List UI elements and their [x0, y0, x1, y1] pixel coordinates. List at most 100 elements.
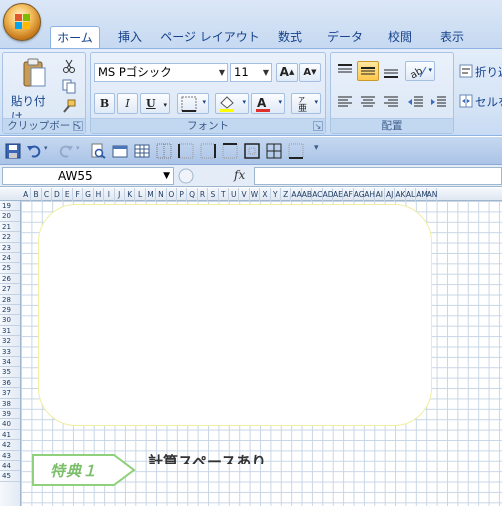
formula-divider-icon[interactable] [176, 167, 196, 185]
font-dialog-launcher[interactable]: ↘ [313, 121, 323, 131]
border-bottom-icon[interactable] [288, 143, 304, 159]
border-left-icon[interactable] [178, 143, 194, 159]
table-icon[interactable] [112, 143, 128, 159]
column-header-ad[interactable]: AD [323, 188, 334, 201]
row-header-19[interactable]: 19 [0, 201, 20, 212]
row-header-24[interactable]: 24 [0, 253, 20, 264]
align-right-button[interactable] [380, 93, 402, 113]
column-header-k[interactable]: K [125, 188, 136, 201]
row-header-32[interactable]: 32 [0, 336, 20, 347]
column-header-f[interactable]: F [73, 188, 84, 201]
tab-view[interactable]: 表示 [432, 26, 472, 48]
row-header-37[interactable]: 37 [0, 388, 20, 399]
column-header-o[interactable]: O [167, 188, 177, 201]
customize-qat-icon[interactable]: ▾ [314, 143, 319, 153]
column-header-ah[interactable]: AH [364, 188, 375, 201]
tab-review[interactable]: 校閲 [380, 26, 420, 48]
paste-button[interactable]: 貼り付け [7, 55, 57, 124]
orientation-button[interactable]: ab ▾ [405, 61, 435, 81]
column-header-an[interactable]: AN [427, 188, 437, 201]
row-header-44[interactable]: 44 [0, 461, 20, 472]
name-box[interactable]: AW55 ▼ [2, 167, 174, 185]
column-header-aa[interactable]: AA [291, 188, 302, 201]
tab-home[interactable]: ホーム [50, 26, 100, 49]
redo-icon[interactable] [58, 143, 74, 159]
row-header-34[interactable]: 34 [0, 357, 20, 368]
row-header-40[interactable]: 40 [0, 419, 20, 430]
font-color-button[interactable]: A ▾ [251, 93, 285, 114]
grid-icon[interactable] [134, 143, 150, 159]
column-header-ab[interactable]: AB [302, 188, 313, 201]
column-header-al[interactable]: AL [406, 188, 417, 201]
chevron-down-icon[interactable]: ▾ [44, 144, 48, 152]
column-header-s[interactable]: S [208, 188, 219, 201]
border-top-icon[interactable] [222, 143, 238, 159]
row-header-23[interactable]: 23 [0, 243, 20, 253]
align-center-button[interactable] [357, 93, 379, 113]
save-icon[interactable] [5, 143, 21, 159]
grow-font-button[interactable]: A▲ [276, 63, 298, 82]
column-header-x[interactable]: X [260, 188, 271, 201]
tab-data[interactable]: データ [320, 26, 370, 48]
column-header-aj[interactable]: AJ [385, 188, 396, 201]
chevron-down-icon[interactable]: ▾ [76, 144, 80, 152]
row-header-36[interactable]: 36 [0, 378, 20, 389]
column-header-ai[interactable]: AI [375, 188, 385, 201]
align-middle-button[interactable] [357, 61, 379, 81]
insert-function-button[interactable]: fx [234, 168, 245, 182]
column-header-b[interactable]: B [31, 188, 42, 201]
border-right-icon[interactable] [200, 143, 216, 159]
row-header-42[interactable]: 42 [0, 440, 20, 451]
column-header-ak[interactable]: AK [395, 188, 406, 201]
column-header-j[interactable]: J [115, 188, 125, 201]
underline-button[interactable]: U ▾ [140, 93, 170, 114]
column-header-am[interactable]: AM [416, 188, 428, 201]
column-header-h[interactable]: H [94, 188, 105, 201]
column-header-i[interactable]: I [104, 188, 115, 201]
row-header-39[interactable]: 39 [0, 409, 20, 420]
row-header-20[interactable]: 20 [0, 211, 20, 222]
tab-formulas[interactable]: 数式 [270, 26, 310, 48]
border-all-icon[interactable] [266, 143, 282, 159]
row-header-33[interactable]: 33 [0, 347, 20, 357]
bold-button[interactable]: B [94, 93, 115, 114]
row-header-29[interactable]: 29 [0, 305, 20, 316]
align-top-button[interactable] [334, 61, 356, 81]
shrink-font-button[interactable]: A▼ [299, 63, 321, 82]
phonetic-button[interactable]: ア亜 ▾ [291, 93, 321, 114]
borders-button[interactable]: ▾ [177, 93, 209, 114]
row-header-43[interactable]: 43 [0, 451, 20, 461]
column-header-a[interactable]: A [21, 188, 32, 201]
column-header-ae[interactable]: AE [333, 188, 344, 201]
undo-icon[interactable] [26, 143, 42, 159]
align-left-button[interactable] [334, 93, 356, 113]
office-button[interactable] [3, 3, 41, 41]
cut-button[interactable] [60, 57, 78, 75]
column-header-q[interactable]: Q [187, 188, 198, 201]
row-header-28[interactable]: 28 [0, 295, 20, 305]
row-header-21[interactable]: 21 [0, 222, 20, 233]
column-header-m[interactable]: M [146, 188, 157, 201]
print-preview-icon[interactable] [90, 143, 106, 159]
row-header-27[interactable]: 27 [0, 284, 20, 295]
italic-button[interactable]: I [117, 93, 138, 114]
clipboard-dialog-launcher[interactable]: ↘ [73, 121, 83, 131]
fill-color-button[interactable]: ▾ [215, 93, 249, 114]
increase-indent-button[interactable] [428, 93, 450, 113]
column-header-t[interactable]: T [219, 188, 229, 201]
format-painter-button[interactable] [60, 97, 78, 115]
column-header-g[interactable]: G [83, 188, 94, 201]
tab-page-layout[interactable]: ページ レイアウト [160, 26, 260, 48]
font-name-combo[interactable]: MS Pゴシック ▼ [94, 63, 228, 82]
tab-insert[interactable]: 挿入 [110, 26, 150, 48]
column-header-u[interactable]: U [229, 188, 240, 201]
column-header-v[interactable]: V [239, 188, 250, 201]
column-header-d[interactable]: D [52, 188, 63, 201]
copy-button[interactable] [60, 77, 78, 95]
column-header-p[interactable]: P [177, 188, 188, 201]
column-header-y[interactable]: Y [271, 188, 281, 201]
column-header-n[interactable]: N [156, 188, 167, 201]
row-header-22[interactable]: 22 [0, 232, 20, 243]
column-header-ac[interactable]: AC [312, 188, 323, 201]
row-header-45[interactable]: 45 [0, 471, 20, 482]
